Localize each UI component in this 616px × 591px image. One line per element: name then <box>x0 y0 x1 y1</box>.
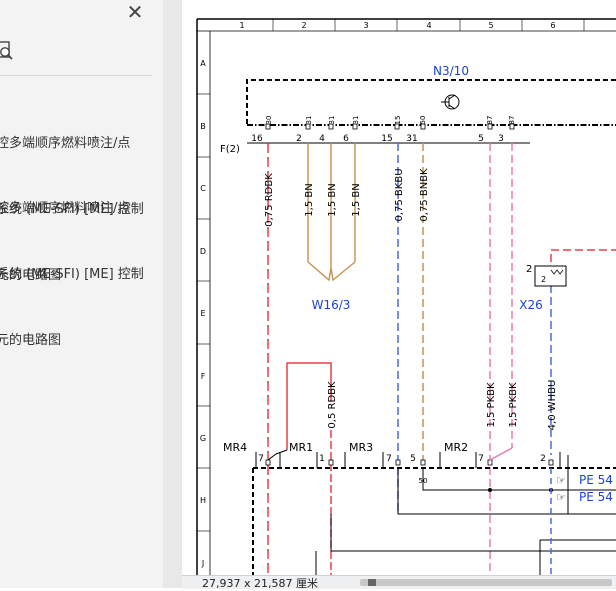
row-label: B <box>200 122 206 131</box>
pe-reference: PE 54 <box>579 473 613 487</box>
mr-label: MR3 <box>349 441 373 454</box>
wire-label: 1,5 PKBK <box>508 382 519 428</box>
x26-label: X26 <box>519 298 543 312</box>
x26-pin-outer: 2 <box>526 264 532 275</box>
row-label: F <box>201 372 206 381</box>
mr-label: MR1 <box>289 441 313 454</box>
pe-reference-link[interactable]: ☞ PE 54 <box>556 490 613 504</box>
pin-label: 15 <box>394 116 402 125</box>
mr-label: MR2 <box>444 441 468 454</box>
wire-label: 1,5 BN <box>351 183 362 216</box>
pin-label: 30 <box>265 116 273 125</box>
wiring-diagram: 1 2 3 4 5 6 A B C D E F G H J N3/10 F(2)… <box>196 18 616 588</box>
connector-label: F(2) <box>220 144 240 155</box>
wire-label: 0,5 RDBK <box>327 381 338 429</box>
mr-pin: 5 <box>410 454 416 464</box>
scrollbar-thumb[interactable] <box>368 579 376 586</box>
mr-pin: 7 <box>478 454 484 464</box>
status-bar: 27,937 x 21,587 厘米 <box>182 575 616 590</box>
column-label: 4 <box>426 21 431 30</box>
row-label: D <box>200 247 206 256</box>
column-label: 5 <box>488 21 493 30</box>
search-document-icon <box>0 41 13 60</box>
result-line: 元的电路图 <box>0 333 62 348</box>
wire-label: 1,5 PKBK <box>486 382 497 428</box>
pin-label: 31 <box>328 116 336 125</box>
pin-number: 4 <box>319 134 325 144</box>
pin-label: 87 <box>486 116 494 125</box>
horizontal-scrollbar[interactable] <box>360 579 612 586</box>
column-label: 1 <box>239 21 244 30</box>
row-label: G <box>200 434 206 443</box>
page-size-readout: 27,937 x 21,587 厘米 <box>202 577 318 590</box>
row-label: H <box>200 496 206 505</box>
hand-pointer-icon: ☞ <box>556 491 566 504</box>
pe-reference: PE 54 <box>579 490 613 504</box>
result-line: 控多端顺序燃料喷注/点 <box>0 136 131 151</box>
pin-label: 31 <box>352 116 360 125</box>
result-line: 系统 (ME-SFI) [ME] 控制 <box>0 267 144 282</box>
transistor-symbol <box>441 94 460 110</box>
wire-label: 1,5 BN <box>304 183 315 216</box>
component-title: N3/10 <box>433 64 469 78</box>
sidebar-divider <box>0 75 152 76</box>
hand-pointer-icon: ☞ <box>556 474 566 487</box>
ground-label: W16/3 <box>312 298 351 312</box>
column-label: 6 <box>550 21 555 30</box>
mr-pin: 2 <box>540 454 546 464</box>
wire-label: 0,75 BKBU <box>394 168 405 221</box>
pin-number: 31 <box>406 134 417 144</box>
pin-label: 31 <box>305 116 313 125</box>
close-icon[interactable]: ✕ <box>124 1 146 23</box>
row-label: J <box>201 559 204 568</box>
pin-label: 87 <box>508 116 516 125</box>
row-label: A <box>200 59 206 68</box>
result-line: 控多端顺序燃料喷注/点 <box>0 201 131 216</box>
pin-number: 6 <box>343 134 349 144</box>
row-label: E <box>200 309 205 318</box>
wire-label: 1,5 BN <box>327 183 338 216</box>
mr-pin: 7 <box>386 454 392 464</box>
pe-reference-link[interactable]: ☞ PE 54 <box>556 473 613 487</box>
row-label: C <box>200 184 206 193</box>
search-result-item[interactable]: 控多端顺序燃料喷注/点 系统 (ME-SFI) [ME] 控制 元的电路图 <box>0 154 163 396</box>
pin-number: 5 <box>478 134 484 144</box>
column-label: 3 <box>363 21 368 30</box>
document-viewer[interactable]: 1 2 3 4 5 6 A B C D E F G H J N3/10 F(2)… <box>182 0 616 588</box>
pin-label: 50 <box>419 116 427 125</box>
pin-number: 2 <box>296 134 302 144</box>
x26-pin-inner: 2 <box>541 275 546 284</box>
wire-label: 4,0 WHBU <box>547 380 558 431</box>
pin-number: 15 <box>381 134 392 144</box>
column-label: 2 <box>301 21 306 30</box>
sidebar-splitter[interactable] <box>163 0 339 588</box>
mr-pin: 1 <box>319 454 325 464</box>
wire-label: 0,75 RDBK <box>264 173 275 227</box>
pin-number: 3 <box>498 134 504 144</box>
mr-label: MR4 <box>223 441 247 454</box>
mr-pin: 7 <box>258 454 264 464</box>
pin-number: 16 <box>251 134 263 144</box>
search-sidebar: ✕ 控多端顺序燃料喷注/点 系统 (ME-SFI) [ME] 控制 元的电路图 … <box>0 0 163 588</box>
wire-label: 0,75 BNBK <box>419 168 430 222</box>
